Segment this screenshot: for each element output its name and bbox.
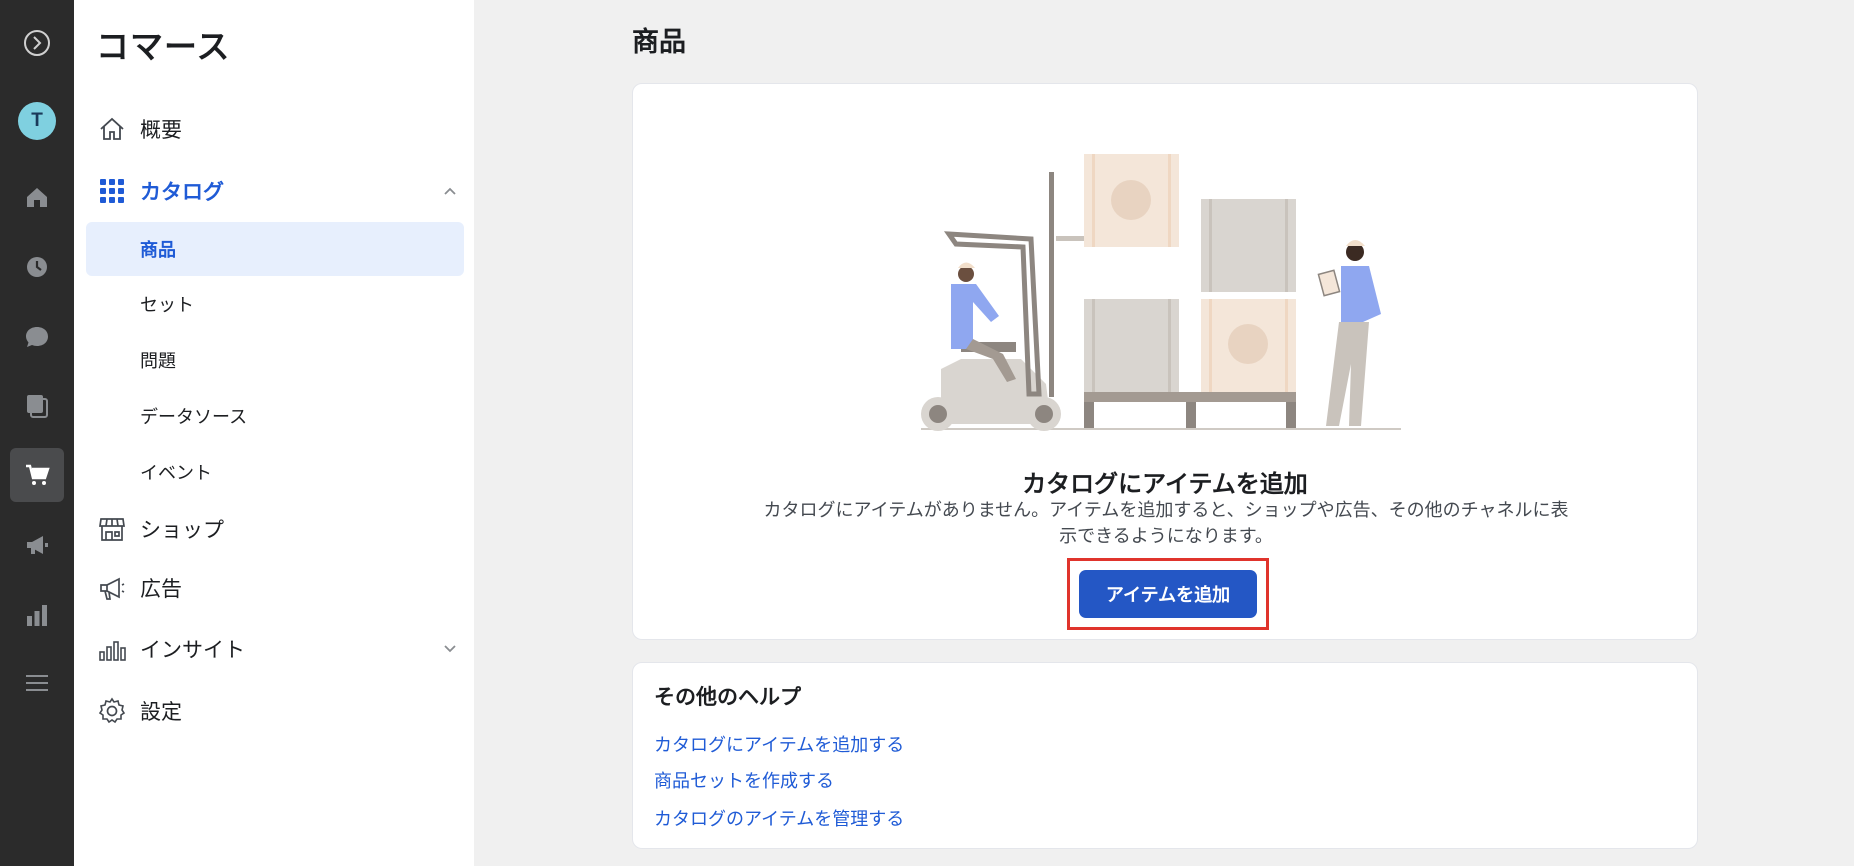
history-icon[interactable] xyxy=(10,240,64,294)
sidebar-subitem-data-sources[interactable]: データソース xyxy=(86,389,464,443)
sidebar-item-overview[interactable]: 概要 xyxy=(96,102,476,156)
megaphone-outline-icon xyxy=(96,572,128,604)
sidebar-subitem-label: セット xyxy=(140,295,194,316)
add-items-button[interactable]: アイテムを追加 xyxy=(1079,570,1257,618)
chat-icon[interactable] xyxy=(10,310,64,364)
global-nav-rail: T xyxy=(0,0,74,866)
sidebar-item-ads[interactable]: 広告 xyxy=(96,561,476,615)
sidebar-subitem-sets[interactable]: セット xyxy=(86,277,464,331)
meta-logo-icon[interactable] xyxy=(10,16,64,70)
sidebar-subitem-label: データソース xyxy=(140,407,248,428)
page-title: 商品 xyxy=(632,27,686,58)
help-link-manage-items[interactable]: カタログのアイテムを管理する xyxy=(654,805,904,831)
account-avatar[interactable]: T xyxy=(10,94,64,148)
chevron-up-icon[interactable] xyxy=(442,183,458,199)
cart-icon[interactable] xyxy=(10,448,64,502)
sidebar-item-shop[interactable]: ショップ xyxy=(96,502,476,556)
help-title: その他のヘルプ xyxy=(654,685,801,709)
empty-state-card: カタログにアイテムを追加 カタログにアイテムがありません。アイテムを追加すると、… xyxy=(632,83,1698,640)
sidebar-subitem-label: 商品 xyxy=(140,240,176,261)
sidebar-item-label: 設定 xyxy=(140,700,182,724)
store-icon xyxy=(96,513,128,545)
gear-icon xyxy=(96,695,128,727)
sidebar-item-catalog[interactable]: カタログ xyxy=(96,164,476,218)
sidebar-item-settings[interactable]: 設定 xyxy=(96,684,476,738)
avatar: T xyxy=(18,102,56,140)
sidebar-subitem-products[interactable]: 商品 xyxy=(86,222,464,276)
sidebar-item-label: カタログ xyxy=(140,180,224,204)
sidebar-item-label: 広告 xyxy=(140,577,182,601)
home-outline-icon xyxy=(96,113,128,145)
chevron-down-icon[interactable] xyxy=(442,641,458,657)
empty-state-title: カタログにアイテムを追加 xyxy=(1022,470,1308,498)
sidebar-subitem-issues[interactable]: 問題 xyxy=(86,333,464,387)
sidebar-item-label: ショップ xyxy=(140,518,224,542)
sidebar-subitem-label: 問題 xyxy=(140,351,176,372)
highlight-box: アイテムを追加 xyxy=(1067,558,1269,630)
sidebar-subitem-label: イベント xyxy=(140,463,212,484)
help-link-create-product-set[interactable]: 商品セットを作成する xyxy=(654,767,834,793)
sidebar-subitem-events[interactable]: イベント xyxy=(86,445,464,499)
warehouse-forklift-illustration xyxy=(921,154,1401,431)
grid-icon xyxy=(96,175,128,207)
megaphone-icon[interactable] xyxy=(10,518,64,572)
commerce-sidebar: コマース 概要 カタログ 商品 セット 問題 データソース イベント ショップ … xyxy=(74,0,474,866)
insights-icon xyxy=(96,633,128,665)
help-link-add-items[interactable]: カタログにアイテムを追加する xyxy=(654,731,904,757)
app-title: コマース xyxy=(96,27,231,66)
sidebar-item-label: 概要 xyxy=(140,118,182,142)
home-icon[interactable] xyxy=(10,170,64,224)
empty-state-description: カタログにアイテムがありません。アイテムを追加すると、ショップや広告、その他のチ… xyxy=(763,500,1569,547)
sidebar-item-label: インサイト xyxy=(140,638,245,662)
more-help-card: その他のヘルプ カタログにアイテムを追加する 商品セットを作成する カタログのア… xyxy=(632,662,1698,849)
sidebar-item-insights[interactable]: インサイト xyxy=(96,622,476,676)
menu-icon[interactable] xyxy=(10,656,64,710)
pages-icon[interactable] xyxy=(10,378,64,432)
bar-chart-icon[interactable] xyxy=(10,588,64,642)
